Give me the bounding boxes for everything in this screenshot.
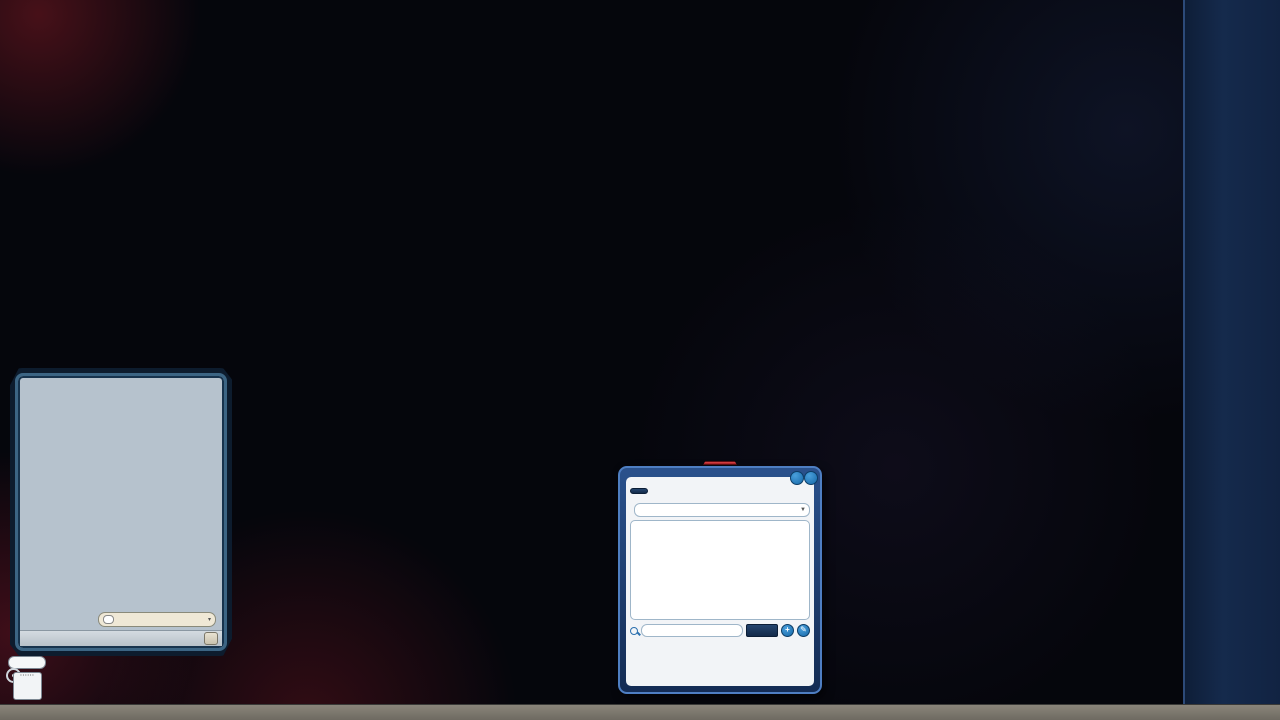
npc-browser-window[interactable]: ▼ + ✎ — [618, 466, 822, 694]
add-record-icon[interactable]: + — [781, 624, 794, 637]
desktop: ▾ ▼ + ✎ — [0, 0, 1280, 720]
sidebar-library-buttons — [1185, 0, 1280, 10]
tab-starships[interactable] — [630, 488, 648, 494]
close-icon[interactable] — [804, 471, 818, 485]
chat-window[interactable]: ▾ — [10, 368, 232, 656]
chat-input[interactable]: ▾ — [98, 612, 216, 627]
taskbar[interactable] — [0, 704, 1280, 720]
sidebar — [1183, 0, 1280, 705]
help-icon[interactable] — [790, 471, 804, 485]
speech-bubble-icon — [103, 615, 114, 624]
all-filter-button[interactable] — [746, 624, 778, 637]
npc-list — [630, 520, 810, 620]
npc-browser-body: ▼ + ✎ — [626, 477, 814, 686]
chat-footer — [20, 630, 222, 646]
edit-list-icon[interactable]: ✎ — [797, 624, 810, 637]
chevron-down-icon[interactable]: ▾ — [208, 616, 211, 623]
search-icon — [630, 627, 638, 635]
chat-log: ▾ — [15, 373, 227, 651]
chevron-down-icon: ▼ — [800, 504, 806, 516]
chat-button[interactable] — [204, 632, 218, 645]
modifier-dots: •••••• — [14, 673, 41, 676]
npc-browser-title — [703, 461, 737, 465]
group-dropdown[interactable]: ▼ — [634, 503, 810, 517]
search-input[interactable] — [641, 624, 743, 637]
modifier-box[interactable]: •••••• — [13, 672, 42, 700]
